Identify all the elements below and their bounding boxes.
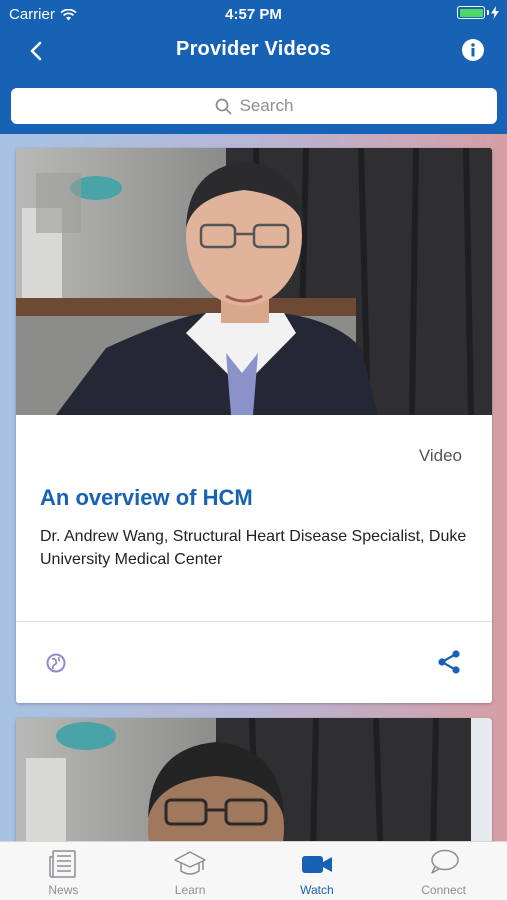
tab-watch-label: Watch bbox=[300, 883, 334, 897]
video-title[interactable]: An overview of HCM bbox=[40, 485, 253, 511]
presenter-photo bbox=[16, 148, 492, 415]
tab-connect-label: Connect bbox=[421, 883, 466, 897]
status-time: 4:57 PM bbox=[225, 6, 282, 23]
chat-bubbles-icon bbox=[430, 849, 459, 874]
content-type-label: Video bbox=[418, 446, 462, 465]
graduation-cap-icon bbox=[174, 851, 206, 875]
presenter-description: Dr. Andrew Wang, Structural Heart Diseas… bbox=[40, 528, 467, 568]
video-camera-icon bbox=[301, 856, 332, 873]
tab-watch[interactable]: Watch bbox=[254, 842, 381, 900]
tab-learn-label: Learn bbox=[174, 883, 206, 897]
search-placeholder: Search bbox=[239, 96, 294, 115]
video-thumbnail[interactable] bbox=[16, 718, 492, 841]
search-input[interactable]: Search bbox=[11, 88, 497, 124]
status-bar: Carrier 4:57 PM bbox=[0, 0, 507, 28]
charging-bolt-icon bbox=[491, 6, 499, 19]
card-body: Video An overview of HCM Dr. Andrew Wang… bbox=[16, 415, 492, 623]
search-icon bbox=[215, 98, 231, 114]
video-feed[interactable]: Video An overview of HCM Dr. Andrew Wang… bbox=[0, 134, 507, 841]
video-card[interactable]: Video An overview of HCM Dr. Andrew Wang… bbox=[16, 148, 492, 703]
battery-icon bbox=[457, 6, 499, 19]
share-icon[interactable] bbox=[436, 649, 462, 675]
page-title: Provider Videos bbox=[176, 38, 331, 60]
video-card[interactable] bbox=[16, 718, 492, 841]
card-actions bbox=[16, 622, 492, 703]
search-bar-container: Search bbox=[0, 74, 507, 134]
tab-learn[interactable]: Learn bbox=[127, 842, 254, 900]
presenter-photo bbox=[16, 718, 492, 841]
tab-bar: News Learn Watch Connect bbox=[0, 841, 507, 900]
tab-news-label: News bbox=[48, 883, 79, 897]
video-thumbnail[interactable] bbox=[16, 148, 492, 415]
tab-connect[interactable]: Connect bbox=[380, 842, 507, 900]
info-icon[interactable] bbox=[461, 38, 485, 62]
globe-icon[interactable] bbox=[46, 653, 66, 673]
tab-news[interactable]: News bbox=[0, 842, 127, 900]
newspaper-icon bbox=[49, 850, 77, 878]
navigation-bar: Provider Videos bbox=[0, 28, 507, 74]
